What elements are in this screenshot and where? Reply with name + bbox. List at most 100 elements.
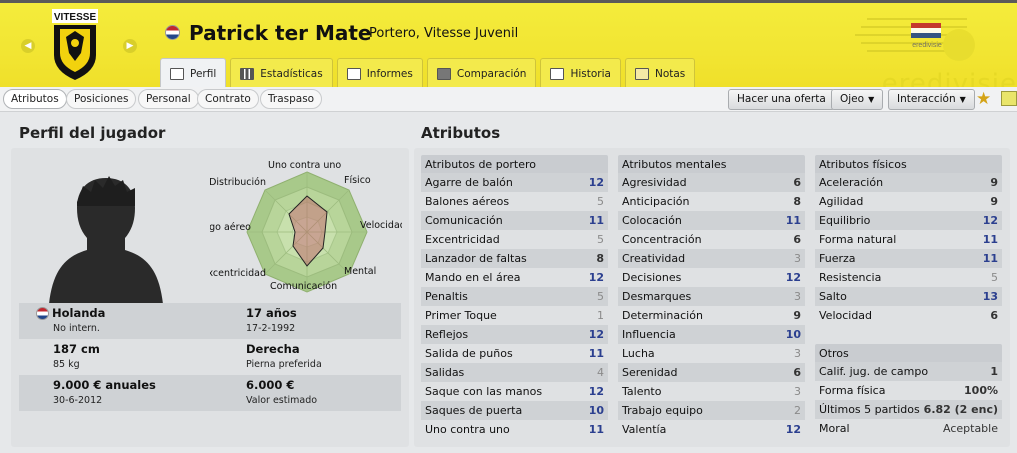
attribute-row[interactable]: Primer Toque 1	[421, 306, 608, 325]
attribute-row[interactable]: Agilidad 9	[815, 192, 1002, 211]
goalkeeper-attributes: Atributos de portero Agarre de balón 12 Ba…	[421, 155, 608, 439]
attribute-name: Saques de puerta	[425, 404, 523, 417]
attribute-row[interactable]: Reflejos 12	[421, 325, 608, 344]
attribute-name: Agilidad	[819, 195, 864, 208]
tab-perfil[interactable]: Perfil	[160, 58, 227, 89]
scout-dropdown[interactable]: Ojeo ▼	[831, 89, 884, 110]
attribute-row[interactable]: Saques de puerta 10	[421, 401, 608, 420]
attribute-row[interactable]: Equilibrio 12	[815, 211, 1002, 230]
attribute-row[interactable]: Creatividad 3	[618, 249, 805, 268]
attribute-value: 9	[793, 309, 801, 322]
tab-comparacion[interactable]: Comparación	[426, 58, 537, 89]
make-offer-button[interactable]: Hacer una oferta	[728, 89, 835, 110]
attribute-row[interactable]: Excentricidad 5	[421, 230, 608, 249]
compare-icon	[436, 68, 451, 80]
attribute-row[interactable]: Desmarques 3	[618, 287, 805, 306]
attribute-row[interactable]: Últimos 5 partidos 6.82 (2 enc)	[815, 400, 1002, 419]
add-note-icon[interactable]	[1001, 91, 1017, 106]
attribute-row[interactable]: Determinación 9	[618, 306, 805, 325]
attribute-row[interactable]: Lucha 3	[618, 344, 805, 363]
attribute-name: Creatividad	[622, 252, 686, 265]
attribute-value: 12	[982, 214, 998, 227]
attribute-row[interactable]: Fuerza 11	[815, 249, 1002, 268]
attribute-name: Equilibrio	[819, 214, 871, 227]
attribute-row[interactable]: Calif. jug. de campo 1	[815, 362, 1002, 381]
tab-informes[interactable]: Informes	[336, 58, 423, 89]
radar-label-aerial-clip: Juego aéreo	[210, 220, 251, 233]
attribute-row[interactable]: Salida de puños 11	[421, 344, 608, 363]
attribute-value: 100%	[964, 384, 998, 397]
radar-label-communication: Comunicación	[270, 281, 338, 292]
tab-historia[interactable]: Historia	[540, 58, 621, 89]
attribute-row[interactable]: Salidas 4	[421, 363, 608, 382]
attribute-row[interactable]: Mando en el área 12	[421, 268, 608, 287]
info-row-nationality-age: Holanda No intern. 17 años 17-2-1992	[19, 303, 401, 339]
attribute-row[interactable]: Penaltis 5	[421, 287, 608, 306]
back-arrow-icon[interactable]: ◀	[21, 39, 35, 53]
attribute-row[interactable]: Agresividad 6	[618, 173, 805, 192]
interaction-dropdown[interactable]: Interacción ▼	[888, 89, 975, 110]
attribute-row[interactable]: Influencia 10	[618, 325, 805, 344]
attribute-row[interactable]: Talento 3	[618, 382, 805, 401]
attribute-row[interactable]: Comunicación 11	[421, 211, 608, 230]
subtab-traspaso[interactable]: Traspaso	[260, 89, 323, 109]
attribute-value: 12	[588, 271, 604, 284]
attribute-name: Moral	[819, 422, 850, 435]
attribute-row[interactable]: Trabajo equipo 2	[618, 401, 805, 420]
attribute-row[interactable]: Velocidad 6	[815, 306, 1002, 325]
attribute-row[interactable]: Aceleración 9	[815, 173, 1002, 192]
attribute-name: Desmarques	[622, 290, 692, 303]
radar-label-physical: Físico	[344, 175, 371, 186]
attribute-value: 11	[982, 252, 998, 265]
attribute-name: Salto	[819, 290, 847, 303]
attribute-row[interactable]: Colocación 11	[618, 211, 805, 230]
attribute-row[interactable]: Uno contra uno 11	[421, 420, 608, 439]
attribute-value: 11	[588, 214, 604, 227]
info-row-wage-value: 9.000 € anuales 30-6-2012 6.000 € Valor …	[19, 375, 401, 411]
subtab-posiciones[interactable]: Posiciones	[66, 89, 137, 109]
tab-estadisticas[interactable]: Estadísticas	[230, 58, 333, 89]
subtab-contrato[interactable]: Contrato	[197, 89, 259, 109]
attribute-value: 2	[794, 404, 801, 417]
attribute-name: Agarre de balón	[425, 176, 513, 189]
attribute-value: 3	[794, 252, 801, 265]
attribute-name: Últimos 5 partidos	[819, 403, 920, 416]
attribute-row[interactable]: Forma natural 11	[815, 230, 1002, 249]
club-badge[interactable]: VITESSE	[52, 9, 98, 81]
subtab-atributos[interactable]: Atributos	[3, 89, 67, 109]
attribute-value: 5	[597, 195, 604, 208]
attribute-row[interactable]: Moral Aceptable	[815, 419, 1002, 438]
attribute-row[interactable]: Serenidad 6	[618, 363, 805, 382]
attribute-row[interactable]: Salto 13	[815, 287, 1002, 306]
info-row-height-foot: 187 cm 85 kg Derecha Pierna preferida	[19, 339, 401, 375]
attribute-row[interactable]: Anticipación 8	[618, 192, 805, 211]
attribute-value: 6.82 (2 enc)	[923, 403, 998, 416]
attribute-row[interactable]: Saque con las manos 12	[421, 382, 608, 401]
attribute-row[interactable]: Concentración 6	[618, 230, 805, 249]
attribute-row[interactable]: Decisiones 12	[618, 268, 805, 287]
attribute-name: Mando en el área	[425, 271, 521, 284]
attribute-name: Primer Toque	[425, 309, 497, 322]
attribute-value: 3	[794, 290, 801, 303]
profile-tabs: Perfil Estadísticas Informes Comparación…	[160, 58, 696, 89]
attribute-row[interactable]: Agarre de balón 12	[421, 173, 608, 192]
attribute-row[interactable]: Lanzador de faltas 8	[421, 249, 608, 268]
attribute-value: 5	[597, 290, 604, 303]
attribute-value: 5	[991, 271, 998, 284]
attribute-value: 12	[785, 423, 801, 436]
star-icon[interactable]: ★	[976, 89, 991, 109]
attribute-row[interactable]: Valentía 12	[618, 420, 805, 439]
other-attributes: Otros Calif. jug. de campo 1 Forma física 1…	[815, 344, 1002, 438]
tab-notas[interactable]: Notas	[624, 58, 696, 89]
nationality-flag-icon	[165, 25, 180, 40]
attribute-row[interactable]: Resistencia 5	[815, 268, 1002, 287]
attributes-title: Atributos	[421, 124, 501, 142]
attribute-row[interactable]: Balones aéreos 5	[421, 192, 608, 211]
subtab-personal[interactable]: Personal	[138, 89, 199, 109]
forward-arrow-icon[interactable]: ▶	[123, 39, 137, 53]
sub-toolbar: Atributos Posiciones Personal Contrato T…	[0, 87, 1017, 112]
attribute-value: 11	[785, 214, 801, 227]
attribute-value: 8	[793, 195, 801, 208]
nationality[interactable]: Holanda	[52, 306, 105, 320]
attribute-row[interactable]: Forma física 100%	[815, 381, 1002, 400]
